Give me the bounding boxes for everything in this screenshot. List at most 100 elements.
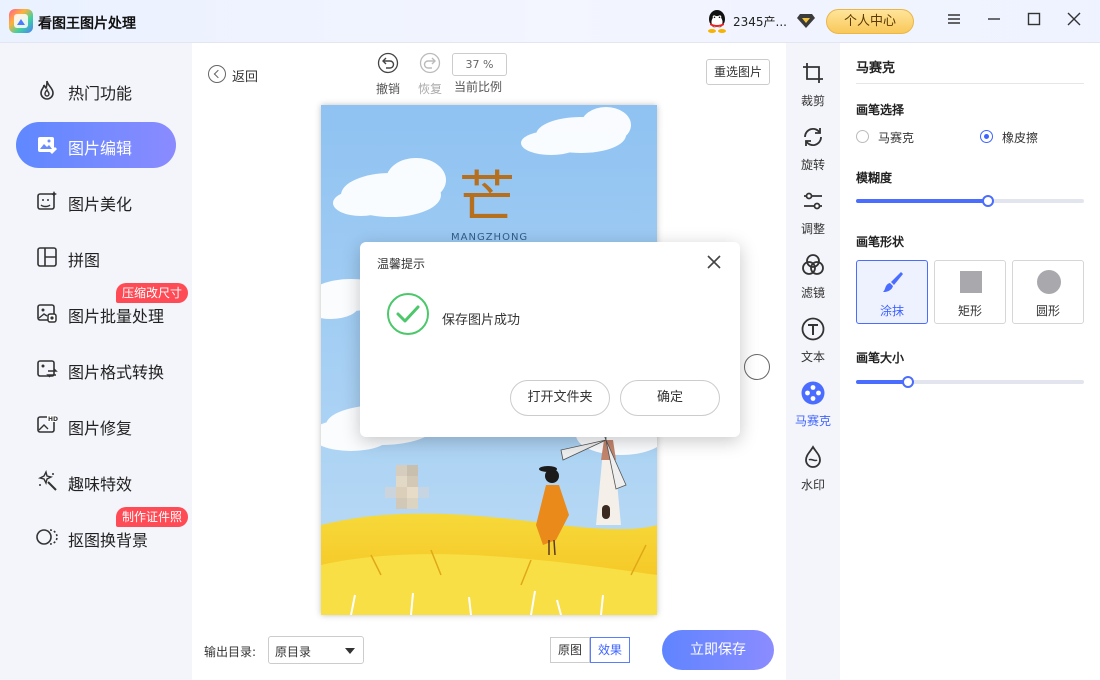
slider-knob[interactable] [982, 195, 995, 207]
redo-label: 恢复 [418, 82, 443, 96]
dialog-message: 保存图片成功 [442, 313, 521, 328]
zoom-label: 当前比例 [454, 80, 503, 94]
zoom-input[interactable]: 37 % [452, 53, 507, 76]
open-folder-button[interactable]: 打开文件夹 [510, 380, 610, 416]
minimize-icon[interactable] [984, 12, 1004, 32]
sidebar-item-image-edit[interactable]: 图片编辑 [16, 122, 176, 168]
shape-rect-option[interactable]: 矩形 [934, 260, 1006, 324]
panel-divider [856, 83, 1084, 84]
tool-filter[interactable]: 滤镜 [786, 253, 840, 301]
close-icon[interactable] [1064, 12, 1084, 32]
flame-icon [40, 80, 54, 100]
image-beautify-icon [37, 191, 57, 210]
tool-crop[interactable]: 裁剪 [786, 61, 840, 109]
tool-label: 马赛克 [794, 414, 831, 428]
blur-slider[interactable] [856, 194, 1084, 208]
brush-size-slider[interactable] [856, 375, 1084, 389]
vip-diamond-icon[interactable] [797, 13, 815, 29]
dialog-ok-button[interactable]: 确定 [620, 380, 720, 416]
personal-center-button[interactable]: 个人中心 [826, 9, 914, 34]
menu-icon[interactable] [944, 12, 964, 32]
watermark-icon [805, 445, 821, 468]
success-check-icon [387, 293, 429, 335]
sidebar-item-hot[interactable]: 热门功能 [16, 67, 176, 113]
sidebar-item-collage[interactable]: 拼图 [16, 234, 176, 280]
shape-smear-option[interactable]: 涂抹 [856, 260, 928, 324]
sidebar-item-label: 图片修复 [68, 419, 133, 438]
hd-repair-icon: HD [37, 415, 58, 433]
shape-circle-option[interactable]: 圆形 [1012, 260, 1084, 324]
shape-label: 矩形 [957, 304, 982, 318]
output-dir-label: 输出目录: [204, 645, 257, 659]
brush-select-title: 画笔选择 [856, 103, 905, 117]
tool-watermark[interactable]: 水印 [786, 445, 840, 493]
sidebar-item-label: 图片编辑 [68, 139, 133, 158]
compare-handle[interactable] [744, 354, 770, 380]
tool-label: 滤镜 [800, 286, 825, 300]
svg-text:HD: HD [48, 416, 58, 423]
tool-mosaic[interactable]: 马赛克 [786, 381, 840, 429]
adjust-icon [804, 192, 822, 210]
maximize-icon[interactable] [1024, 12, 1044, 32]
sidebar-item-format[interactable]: 图片格式转换 [16, 346, 176, 392]
tool-column: 裁剪 旋转 调整 滤镜 文本 马赛克 水印 [786, 43, 840, 680]
dialog-close-icon[interactable] [702, 250, 726, 274]
redo-button[interactable]: 恢复 [418, 52, 442, 97]
square-icon [960, 271, 982, 293]
tool-label: 旋转 [800, 158, 825, 172]
text-icon [801, 317, 825, 341]
sidebar-item-effects[interactable]: 趣味特效 [16, 458, 176, 504]
cutout-badge: 制作证件照 [116, 507, 189, 527]
tool-text[interactable]: 文本 [786, 317, 840, 365]
app-logo [9, 9, 33, 33]
mosaic-settings-panel: 马赛克 画笔选择 马赛克 橡皮擦 模糊度 画笔形状 涂抹 矩形 圆形 画笔大小 [840, 43, 1100, 680]
output-dir-select[interactable]: 原目录 [268, 636, 364, 664]
radio-circle [856, 130, 869, 143]
undo-label: 撤销 [376, 82, 401, 96]
dialog-title: 温馨提示 [377, 257, 426, 271]
qq-avatar-icon[interactable] [706, 9, 728, 33]
image-edit-icon [38, 137, 57, 154]
sidebar: 热门功能 图片编辑 图片美化 拼图 图片批量处理 图片格式转换 HD 图片修复 … [0, 43, 192, 680]
collage-icon [37, 247, 57, 267]
tool-adjust[interactable]: 调整 [786, 189, 840, 237]
sidebar-item-repair[interactable]: HD 图片修复 [16, 402, 176, 448]
save-now-button[interactable]: 立即保存 [662, 630, 774, 670]
batch-badge: 压缩改尺寸 [116, 283, 189, 303]
tool-label: 裁剪 [800, 94, 825, 108]
undo-icon [377, 52, 399, 74]
slider-knob[interactable] [902, 376, 915, 388]
slider-fill [856, 380, 909, 384]
redo-icon [419, 52, 441, 74]
undo-button[interactable]: 撤销 [376, 52, 400, 97]
panel-title: 马赛克 [856, 61, 896, 76]
slider-fill [856, 199, 989, 203]
radio-label: 橡皮擦 [1002, 131, 1039, 145]
view-original-button[interactable]: 原图 [550, 637, 590, 663]
rotate-icon [804, 127, 822, 147]
back-arrow-icon [208, 65, 226, 83]
tool-rotate[interactable]: 旋转 [786, 125, 840, 173]
reselect-image-button[interactable]: 重选图片 [706, 59, 770, 85]
user-name[interactable]: 2345产... [733, 13, 787, 30]
shape-label: 圆形 [1035, 304, 1060, 318]
filter-icon [802, 254, 824, 275]
sidebar-item-label: 趣味特效 [68, 475, 133, 494]
shape-label: 涂抹 [879, 304, 904, 318]
image-title-char: 芒 [459, 166, 515, 231]
brush-shape-title: 画笔形状 [856, 235, 905, 249]
magic-wand-icon [37, 470, 57, 491]
tool-label: 水印 [800, 478, 825, 492]
save-success-dialog: 温馨提示 保存图片成功 打开文件夹 确定 [360, 242, 740, 437]
sidebar-item-beautify[interactable]: 图片美化 [16, 178, 176, 224]
cutout-icon [36, 529, 58, 545]
crop-icon [803, 63, 823, 83]
sidebar-item-label: 图片批量处理 [68, 307, 165, 326]
tool-label: 调整 [800, 222, 825, 236]
sidebar-item-label: 抠图换背景 [68, 531, 149, 550]
sidebar-item-label: 图片美化 [68, 195, 133, 214]
brush-size-title: 画笔大小 [856, 351, 905, 365]
circle-icon [1037, 270, 1061, 294]
view-effect-button[interactable]: 效果 [590, 637, 630, 663]
brush-icon [883, 272, 903, 292]
